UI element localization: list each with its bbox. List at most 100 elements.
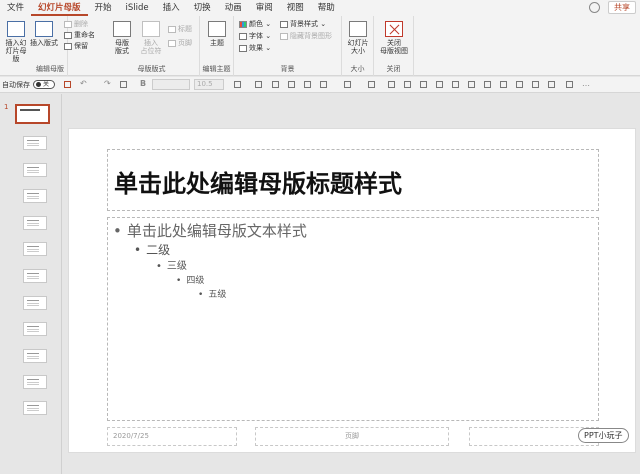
footer-placeholder[interactable]: 页脚 (255, 427, 449, 446)
crop-icon[interactable] (548, 81, 555, 88)
checkbox-icon (168, 25, 176, 33)
checkbox-icon (280, 32, 288, 40)
fill-color-icon[interactable] (344, 81, 351, 88)
fonts-button[interactable]: 字体 ⌄ (239, 31, 271, 41)
group-label-background: 背景 (280, 65, 295, 73)
insert-slide-master-button[interactable]: 插入幻 灯片母版 (3, 21, 29, 63)
thumbnail-layout[interactable] (23, 349, 47, 363)
more-icon[interactable]: … (582, 79, 590, 88)
undo-icon[interactable]: ↶ (80, 79, 87, 88)
group-label-size: 大小 (350, 65, 365, 73)
master-layout-button[interactable]: 母版 版式 (108, 21, 136, 55)
group-edit-master: 插入幻 灯片母版 插入版式 删除 重命名 保留 编辑母版 (0, 16, 95, 76)
thumbnail-master[interactable] (15, 104, 50, 124)
thumbnail-layout[interactable] (23, 242, 47, 256)
pin-icon (64, 42, 72, 50)
text-level-1: 单击此处编辑母版文本样式 (113, 220, 307, 241)
distribute-icon[interactable] (436, 81, 443, 88)
distribute-v-icon[interactable] (516, 81, 523, 88)
distribute-h-icon[interactable] (500, 81, 507, 88)
align-center-icon[interactable] (288, 81, 295, 88)
title-checkbox[interactable]: 标题 (168, 24, 192, 34)
text-level-2: 二级 (134, 241, 170, 258)
quick-access-toolbar: 自动保存 关 ↶ ↷ B 10.5 … (0, 77, 640, 93)
ribbon-tabs: 文件 幻灯片母版 开始 iSlide 插入 切换 动画 审阅 视图 帮助 共享 (0, 0, 640, 16)
fonts-icon (239, 32, 247, 40)
slide-canvas[interactable]: 单击此处编辑母版标题样式 单击此处编辑母版文本样式 二级 三级 四级 五级 20… (68, 128, 636, 453)
body-placeholder[interactable]: 单击此处编辑母版文本样式 二级 三级 四级 五级 (107, 217, 599, 421)
present-icon[interactable] (120, 81, 127, 88)
group-size: 幻灯片 大小 大小 (342, 16, 374, 76)
bold-button[interactable]: B (140, 79, 146, 88)
watermark-badge: PPT小玩子 (578, 428, 629, 443)
align-left-icon[interactable] (272, 81, 279, 88)
line-icon[interactable] (368, 81, 375, 88)
thumbnail-layout[interactable] (23, 189, 47, 203)
shape-icon[interactable] (320, 81, 327, 88)
font-color-icon[interactable] (234, 81, 241, 88)
date-placeholder[interactable]: 2020/7/25 (107, 427, 237, 446)
tab-home[interactable]: 开始 (88, 0, 119, 16)
tab-animations[interactable]: 动画 (218, 0, 249, 16)
align-bottom-icon[interactable] (484, 81, 491, 88)
thumbnail-layout[interactable] (23, 163, 47, 177)
thumbnail-layout[interactable] (23, 401, 47, 415)
thumbnail-layout[interactable] (23, 375, 47, 389)
theme-button[interactable]: 主题 (204, 21, 230, 47)
align-middle-icon[interactable] (468, 81, 475, 88)
insert-layout-button[interactable]: 插入版式 (30, 21, 58, 47)
checkbox-icon (168, 39, 176, 47)
thumbnail-layout[interactable] (23, 296, 47, 310)
thumbnail-layout[interactable] (23, 216, 47, 230)
preserve-button[interactable]: 保留 (64, 41, 88, 51)
tab-view[interactable]: 视图 (280, 0, 311, 16)
tab-help[interactable]: 帮助 (311, 0, 342, 16)
arrange-icon[interactable] (388, 81, 395, 88)
effects-icon (239, 44, 247, 52)
slide-size-button[interactable]: 幻灯片 大小 (345, 21, 371, 55)
currency-icon[interactable] (255, 81, 262, 88)
share-button[interactable]: 共享 (608, 1, 636, 14)
save-icon[interactable] (64, 81, 71, 88)
font-size-box[interactable]: 10.5 (194, 79, 224, 90)
tab-file[interactable]: 文件 (0, 0, 31, 16)
align-top-icon[interactable] (452, 81, 459, 88)
group-label-edit-theme: 编辑主题 (202, 65, 231, 73)
align-right-icon[interactable] (304, 81, 311, 88)
tab-islide[interactable]: iSlide (119, 0, 156, 16)
align-objects-icon[interactable] (420, 81, 427, 88)
font-name-box[interactable] (152, 79, 190, 90)
colors-icon (239, 20, 247, 28)
autosave-toggle[interactable]: 关 (33, 80, 55, 89)
format-icon[interactable] (566, 81, 573, 88)
placeholder-icon (142, 21, 160, 37)
tab-slide-master[interactable]: 幻灯片母版 (31, 0, 88, 16)
rename-button[interactable]: 重命名 (64, 30, 95, 40)
redo-icon[interactable]: ↷ (104, 79, 111, 88)
text-level-3: 三级 (156, 257, 187, 272)
thumbnail-layout[interactable] (23, 269, 47, 283)
same-size-icon[interactable] (532, 81, 539, 88)
effects-button[interactable]: 效果 ⌄ (239, 43, 271, 53)
tab-transitions[interactable]: 切换 (187, 0, 218, 16)
colors-button[interactable]: 颜色 ⌄ (239, 19, 271, 29)
slide-size-icon (349, 21, 367, 37)
group-icon[interactable] (404, 81, 411, 88)
thumbnail-layout[interactable] (23, 136, 47, 150)
tab-review[interactable]: 审阅 (249, 0, 280, 16)
tab-insert[interactable]: 插入 (156, 0, 187, 16)
footer-checkbox[interactable]: 页脚 (168, 38, 192, 48)
title-placeholder[interactable]: 单击此处编辑母版标题样式 (107, 149, 599, 211)
feedback-icon[interactable] (589, 2, 600, 13)
group-label-edit-master: 编辑母版 (36, 65, 64, 73)
background-styles-button[interactable]: 背景样式 ⌄ (280, 19, 326, 29)
group-close: 关闭 母版视图 关闭 (374, 16, 414, 76)
group-label-master-layout: 母版版式 (137, 65, 166, 73)
horizontal-scrollbar[interactable] (62, 461, 640, 474)
group-background: 颜色 ⌄ 字体 ⌄ 效果 ⌄ 背景样式 ⌄ 隐藏背景图形 背景 (234, 16, 342, 76)
delete-button[interactable]: 删除 (64, 19, 88, 29)
thumbnail-layout[interactable] (23, 322, 47, 336)
close-master-view-button[interactable]: 关闭 母版视图 (378, 21, 410, 55)
insert-placeholder-button[interactable]: 插入 占位符 (136, 21, 166, 55)
hide-background-checkbox[interactable]: 隐藏背景图形 (280, 31, 332, 41)
